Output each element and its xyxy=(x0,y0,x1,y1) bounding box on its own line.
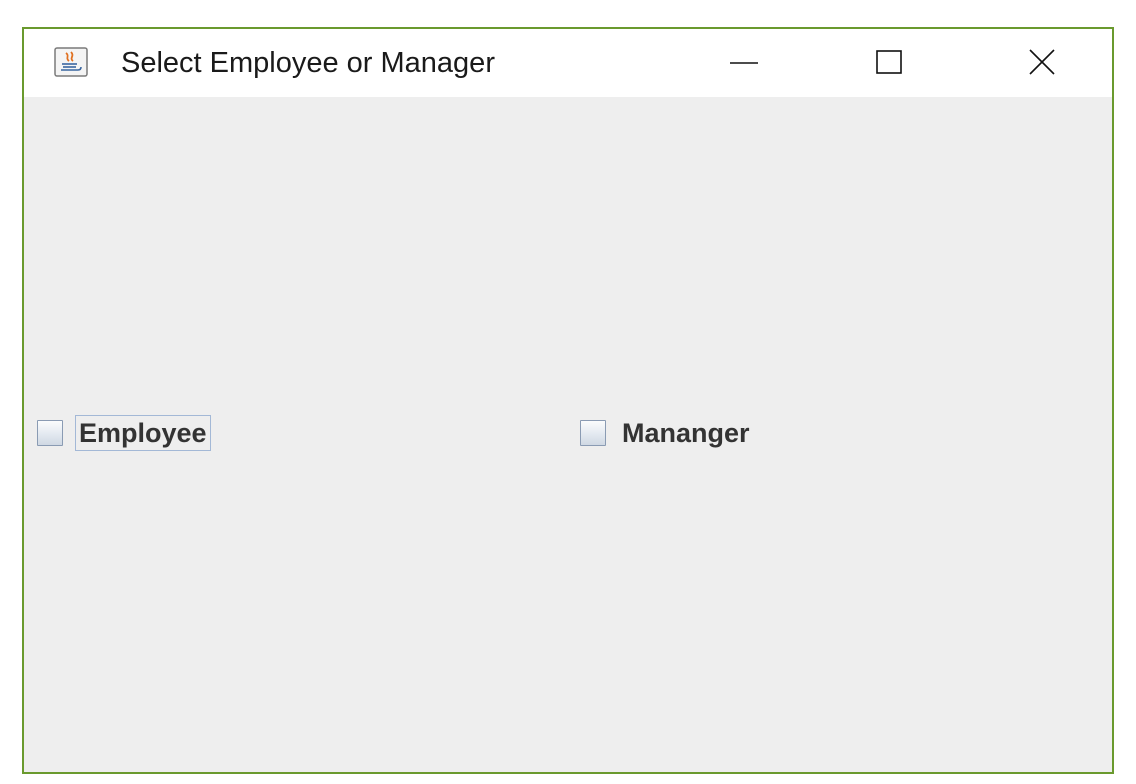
title-bar[interactable]: Select Employee or Manager xyxy=(24,29,1112,97)
employee-checkbox-box[interactable] xyxy=(37,420,63,446)
manager-checkbox[interactable]: Mananger xyxy=(580,415,754,451)
app-window: Select Employee or Manager Employee Mana… xyxy=(22,27,1114,774)
minimize-icon[interactable] xyxy=(709,29,779,97)
window-title: Select Employee or Manager xyxy=(121,47,495,79)
employee-checkbox[interactable]: Employee xyxy=(37,415,211,451)
employee-checkbox-label[interactable]: Employee xyxy=(75,415,211,451)
close-icon[interactable] xyxy=(1008,29,1078,97)
java-app-icon xyxy=(54,47,88,77)
manager-checkbox-label[interactable]: Mananger xyxy=(618,415,754,451)
maximize-icon[interactable] xyxy=(854,29,924,97)
manager-checkbox-box[interactable] xyxy=(580,420,606,446)
content-panel: Employee Mananger xyxy=(24,97,1112,772)
